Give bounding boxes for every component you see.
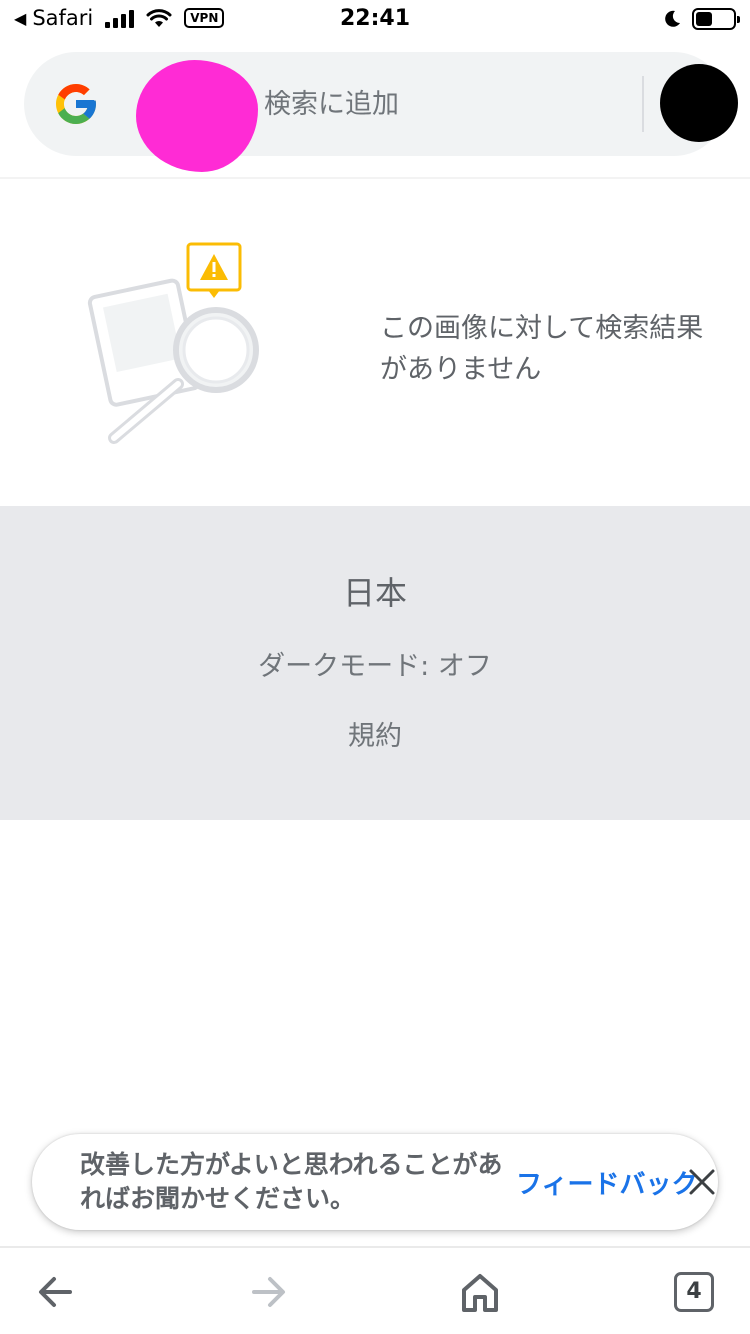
account-avatar[interactable] [660, 64, 738, 142]
bottom-toolbar: 4 [0, 1246, 750, 1334]
query-image-thumbnail[interactable] [136, 60, 258, 172]
back-arrow-icon[interactable] [32, 1268, 80, 1316]
status-bar: ◀ Safari VPN 22:41 [0, 0, 750, 40]
header-divider [0, 177, 750, 179]
close-icon[interactable] [684, 1164, 720, 1200]
search-bar-divider [642, 76, 644, 132]
google-logo-icon[interactable] [52, 80, 100, 128]
terms-link[interactable]: 規約 [0, 714, 750, 753]
no-results-message: この画像に対して検索結果がありません [380, 313, 704, 385]
status-time: 22:41 [339, 6, 411, 31]
footer-panel: 日本 ダークモード: オフ 規約 [0, 506, 750, 820]
footer-country: 日本 [342, 574, 407, 612]
search-input[interactable] [264, 82, 624, 126]
do-not-disturb-moon-icon [665, 10, 680, 27]
forward-arrow-icon[interactable] [244, 1268, 292, 1316]
battery-level [696, 12, 713, 26]
feedback-link[interactable]: フィードバック [516, 1164, 697, 1201]
feedback-toast: 改善した方がよいと思われることがあればお聞かせください。 フィードバック [32, 1134, 718, 1230]
no-results-illustration-icon [87, 242, 259, 444]
feedback-message: 改善した方がよいと思われることがあればお聞かせください。 [80, 1150, 503, 1213]
status-right [662, 8, 740, 30]
tabs-count-button[interactable]: 4 [674, 1272, 714, 1312]
home-icon[interactable] [456, 1268, 504, 1316]
search-bar[interactable] [24, 52, 738, 172]
dark-mode-toggle[interactable]: ダークモード: オフ [0, 644, 750, 683]
battery-icon [692, 8, 740, 30]
